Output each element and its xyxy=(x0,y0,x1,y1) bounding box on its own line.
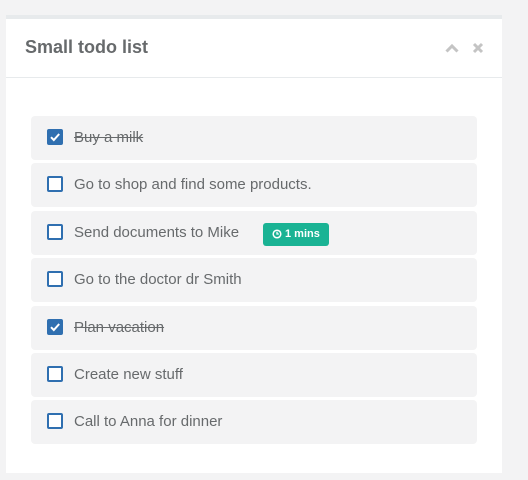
check-icon xyxy=(50,133,60,142)
panel-header: Small todo list xyxy=(6,19,502,78)
todo-label: Go to shop and find some products. xyxy=(74,176,312,194)
checkbox-unchecked[interactable] xyxy=(47,365,63,382)
todo-item[interactable]: Call to Anna for dinner xyxy=(31,400,477,445)
checkbox-checked[interactable] xyxy=(47,129,63,145)
badge-label: 1 mins xyxy=(285,228,320,241)
checkbox-unchecked[interactable] xyxy=(47,176,63,193)
todo-label: Create new stuff xyxy=(74,365,183,383)
checkbox-unchecked[interactable] xyxy=(47,223,63,240)
todo-item[interactable]: Go to the doctor dr Smith xyxy=(31,258,477,303)
todo-item[interactable]: Send documents to Mike 1 mins xyxy=(31,210,477,255)
checkbox-checked[interactable] xyxy=(47,318,63,335)
todo-label: Call to Anna for dinner xyxy=(74,413,223,431)
todo-item[interactable]: Create new stuff xyxy=(31,352,477,397)
todo-label: Buy a milk xyxy=(74,129,144,146)
todo-label: Send documents to Mike xyxy=(74,223,240,241)
clock-icon xyxy=(272,229,282,239)
check-icon xyxy=(50,322,60,332)
panel-title: Small todo list xyxy=(25,37,149,57)
todo-item[interactable]: Go to shop and find some products. xyxy=(31,163,477,208)
chevron-up-icon[interactable] xyxy=(444,40,460,56)
todo-label: Go to the doctor dr Smith xyxy=(74,271,242,289)
todo-item[interactable]: Buy a milk xyxy=(31,116,477,160)
time-badge: 1 mins xyxy=(263,222,329,246)
panel-tools xyxy=(444,40,486,56)
todo-list: Buy a milk Go to shop and find some produ… xyxy=(31,116,477,448)
checkbox-unchecked[interactable] xyxy=(47,413,63,430)
todo-item[interactable]: Plan vacation xyxy=(31,305,477,350)
close-icon[interactable] xyxy=(470,40,486,56)
todo-panel: Small todo list Buy a milk Go to shop and… xyxy=(6,15,502,473)
checkbox-unchecked[interactable] xyxy=(47,271,63,288)
todo-label: Plan vacation xyxy=(74,318,165,336)
